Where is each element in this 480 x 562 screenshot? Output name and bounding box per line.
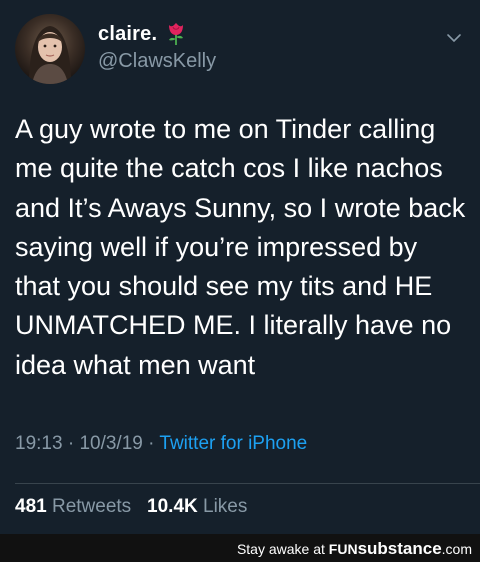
tweet-text-line: A guy wrote to me on Tinder calling (15, 114, 436, 144)
watermark-brand-suffix: .com (441, 541, 472, 557)
meta-separator: · (67, 433, 75, 454)
watermark-brand: FUNsubstance (328, 539, 442, 558)
divider (15, 483, 480, 484)
avatar-photo (29, 26, 71, 84)
tweet-text: A guy wrote to me on Tinder calling me q… (15, 110, 470, 385)
watermark-brand-main: FUN (328, 541, 358, 557)
watermark-footer: Stay awake at FUNsubstance.com (0, 534, 480, 562)
tweet-text-line: that you should see my tits and HE (15, 271, 433, 302)
tweet-text-line: me quite the catch cos I like nachos (15, 153, 443, 184)
tweet-meta: 19:13 · 10/3/19 · Twitter for iPhone (15, 433, 307, 455)
tweet-card: claire. @ClawsKelly A guy wrote to me on… (0, 0, 480, 534)
tweet-stats: 481 Retweets 10.4K Likes (15, 496, 247, 518)
tweet-text-line: and It’s Aways Sunny, so I wrote back (15, 192, 466, 223)
watermark-text: Stay awake at FUNsubstance.com (237, 539, 472, 559)
chevron-down-icon[interactable] (446, 30, 462, 46)
retweets-count: 481 (15, 496, 47, 517)
user-handle[interactable]: @ClawsKelly (98, 50, 216, 73)
tweet-text-line: idea what men want (15, 349, 256, 380)
likes-count: 10.4K (147, 496, 198, 517)
retweets-label: Retweets (51, 496, 132, 517)
display-name[interactable]: claire. (98, 23, 157, 46)
likes-stat[interactable]: 10.4K Likes (147, 496, 247, 517)
tweet-text-line: saying well if you’re impressed by (15, 231, 418, 262)
tweet-time[interactable]: 19:13 (15, 433, 63, 454)
tweet-text-line: UNMATCHED ME. I literally have no (15, 310, 452, 341)
rose-icon (165, 21, 187, 45)
watermark-prefix: Stay awake at (236, 541, 329, 557)
tweet-source-link[interactable]: Twitter for iPhone (159, 433, 307, 454)
tweet-date[interactable]: 10/3/19 (79, 433, 142, 454)
likes-label: Likes (203, 496, 248, 517)
meta-separator: · (148, 433, 155, 454)
avatar[interactable] (15, 14, 85, 84)
watermark-brand-sub: substance (357, 539, 442, 558)
retweets-stat[interactable]: 481 Retweets (15, 496, 136, 517)
